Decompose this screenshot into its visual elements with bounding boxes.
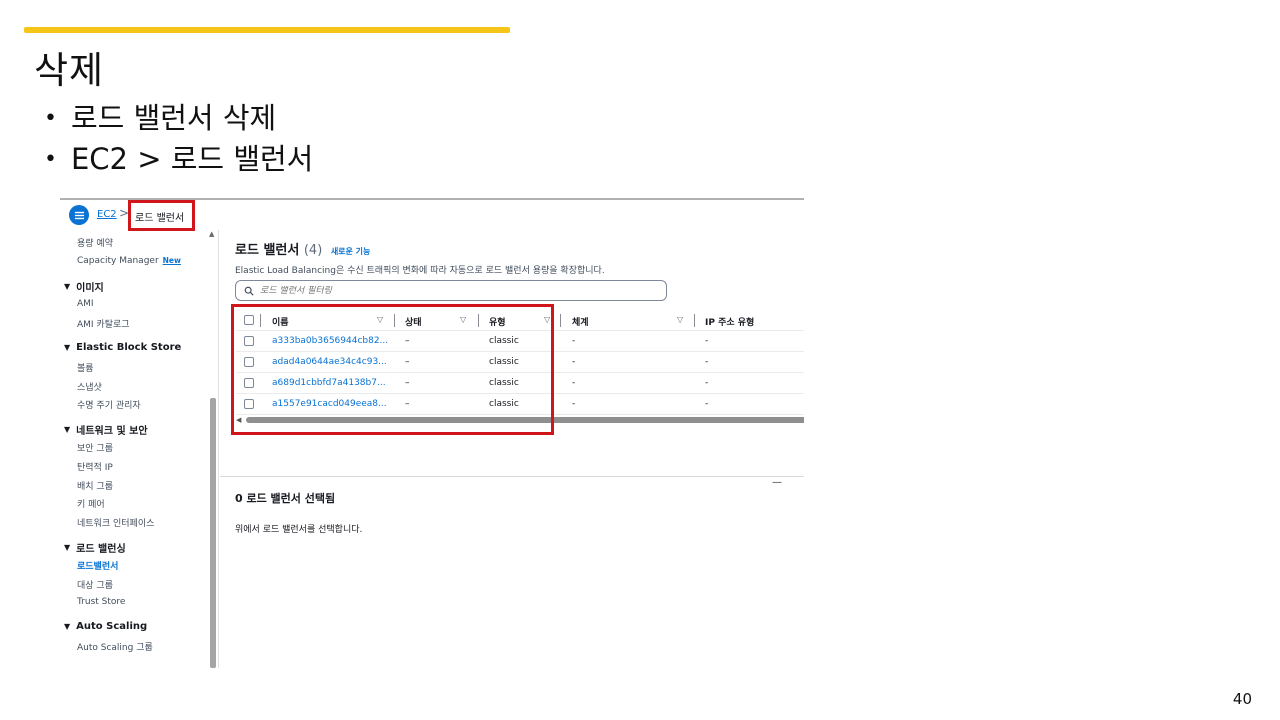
sidebar-item[interactable]: Auto Scaling 그룹 <box>77 640 153 653</box>
sidebar-item-label: 볼륨 <box>77 364 94 374</box>
search-icon <box>244 286 254 296</box>
sidebar-item-label: Capacity Manager <box>77 256 159 266</box>
sidebar-item-label: 용량 예약 <box>77 239 113 249</box>
sidebar-group[interactable]: ▼ 로드 밸런싱 <box>64 540 126 555</box>
lb-ip-type: - <box>705 336 709 346</box>
heading-text: 로드 밸런서 <box>235 243 300 258</box>
sidebar-group[interactable]: ▼ 이미지 <box>64 279 104 294</box>
caret-down-icon[interactable]: ▼ <box>64 543 70 552</box>
lb-scheme: - <box>572 378 576 388</box>
bullet-text: EC2 > 로드 밸런서 <box>70 142 314 176</box>
filter-search-box[interactable] <box>235 280 667 301</box>
filter-search-input[interactable] <box>260 285 650 296</box>
load-balancers-description: Elastic Load Balancing은 수신 트래픽의 변화에 따라 자… <box>235 266 605 276</box>
sidebar-item[interactable]: 대상 그룹 <box>77 578 113 591</box>
aws-console-screenshot: EC2 > 로드 밸런서 용량 예약 Capacity Manager New ▼ 이미… <box>60 198 804 668</box>
bullet-dot: • <box>44 106 57 131</box>
sort-icon[interactable]: ▽ <box>677 315 683 324</box>
sidebar-item-label: 스냅샷 <box>77 383 102 393</box>
sidebar-item[interactable]: 스냅샷 <box>77 380 102 393</box>
load-balancers-heading: 로드 밸런서 (4) 새로운 기능 <box>235 239 370 258</box>
breadcrumb-ec2-link[interactable]: EC2 <box>97 209 117 220</box>
bullet-list: • 로드 밸런서 삭제 • EC2 > 로드 밸런서 <box>44 98 313 180</box>
lb-scheme: - <box>572 336 576 346</box>
lb-ip-type: - <box>705 399 709 409</box>
sidebar-item[interactable]: 수명 주기 관리자 <box>77 398 141 411</box>
sidebar-item-label: 로드밸런서 <box>77 562 119 572</box>
sidebar-item[interactable]: 볼륨 <box>77 361 94 374</box>
sidebar-item[interactable]: 네트워크 인터페이스 <box>77 516 154 529</box>
sidebar-item-label: 대상 그룹 <box>77 581 113 591</box>
caret-down-icon[interactable]: ▼ <box>64 622 70 631</box>
sidebar-item[interactable]: 로드밸런서 <box>77 559 118 572</box>
sidebar-divider <box>218 230 219 668</box>
collapse-panel-icon[interactable]: — <box>772 477 782 488</box>
caret-down-icon[interactable]: ▼ <box>64 282 70 291</box>
sidebar-group[interactable]: ▼ Elastic Block Store <box>64 342 181 353</box>
sidebar-item-label: AMI 카탈로그 <box>77 320 130 330</box>
table-highlight-box <box>231 304 554 435</box>
sidebar-scrollbar-thumb[interactable] <box>210 398 216 668</box>
column-separator <box>560 314 561 327</box>
sidebar-group-label: 로드 밸런싱 <box>76 544 126 555</box>
lb-scheme: - <box>572 399 576 409</box>
sidebar-item-label: 키 페어 <box>77 500 105 510</box>
breadcrumb-highlight-box <box>128 200 195 231</box>
sidebar-item-label: 탄력적 IP <box>77 463 113 473</box>
lb-ip-type: - <box>705 378 709 388</box>
sidebar-item[interactable]: Trust Store <box>77 597 125 607</box>
sidebar-group-label: 네트워크 및 보안 <box>76 426 148 437</box>
slide-title: 삭제 <box>34 49 105 92</box>
bullet-dot: • <box>44 147 57 172</box>
sidebar-item-label: Auto Scaling 그룹 <box>77 643 153 653</box>
sidebar-item-label: AMI <box>77 299 94 309</box>
selection-title: 0 로드 밸런서 선택됨 <box>235 492 336 505</box>
hamburger-icon[interactable] <box>69 205 89 225</box>
heading-count: (4) <box>303 243 323 258</box>
caret-down-icon[interactable]: ▼ <box>64 343 70 352</box>
sidebar-item-label: 네트워크 인터페이스 <box>77 519 155 529</box>
sidebar-group-label: Elastic Block Store <box>76 342 182 353</box>
sidebar-item-label: 배치 그룹 <box>77 482 113 492</box>
new-badge: New <box>162 256 181 265</box>
sidebar-group-label: 이미지 <box>76 283 104 294</box>
sidebar-item[interactable]: AMI 카탈로그 <box>77 317 130 330</box>
sidebar-item[interactable]: 용량 예약 <box>77 236 113 249</box>
sidebar-item-label: 수명 주기 관리자 <box>77 401 141 411</box>
sidebar-item[interactable]: AMI <box>77 299 94 309</box>
sidebar: 용량 예약 Capacity Manager New ▼ 이미지 AMI AMI 카탈로그 ▼… <box>60 230 216 668</box>
split-panel-divider[interactable] <box>220 476 804 477</box>
sidebar-item[interactable]: 탄력적 IP <box>77 460 113 473</box>
column-header-ip-type[interactable]: IP 주소 유형 <box>705 315 754 328</box>
bullet-item: • EC2 > 로드 밸런서 <box>44 139 313 180</box>
lb-ip-type: - <box>705 357 709 367</box>
sidebar-item[interactable]: 배치 그룹 <box>77 479 113 492</box>
accent-bar <box>24 27 510 33</box>
bullet-text: 로드 밸런서 삭제 <box>70 101 277 135</box>
bullet-item: • 로드 밸런서 삭제 <box>44 98 313 139</box>
new-feature-link[interactable]: 새로운 기능 <box>331 247 371 256</box>
sidebar-group[interactable]: ▼ Auto Scaling <box>64 621 147 632</box>
sidebar-item-label: Trust Store <box>77 597 126 607</box>
sidebar-item[interactable]: 키 페어 <box>77 497 105 510</box>
caret-down-icon[interactable]: ▼ <box>64 425 70 434</box>
selection-message: 위에서 로드 밸런서를 선택합니다. <box>235 525 363 535</box>
column-separator <box>694 314 695 327</box>
sidebar-item[interactable]: 보안 그룹 <box>77 441 113 454</box>
sidebar-group-label: Auto Scaling <box>76 621 148 632</box>
scroll-up-arrow-icon[interactable]: ▲ <box>209 230 214 238</box>
lb-scheme: - <box>572 357 576 367</box>
sidebar-group[interactable]: ▼ 네트워크 및 보안 <box>64 422 148 437</box>
sidebar-item-label: 보안 그룹 <box>77 444 113 454</box>
column-header-scheme[interactable]: 체계 <box>572 315 589 328</box>
sidebar-item[interactable]: Capacity Manager New <box>77 256 181 266</box>
page-number: 40 <box>1232 690 1252 708</box>
main-panel: 로드 밸런서 (4) 새로운 기능 Elastic Load Balancing… <box>220 230 804 668</box>
